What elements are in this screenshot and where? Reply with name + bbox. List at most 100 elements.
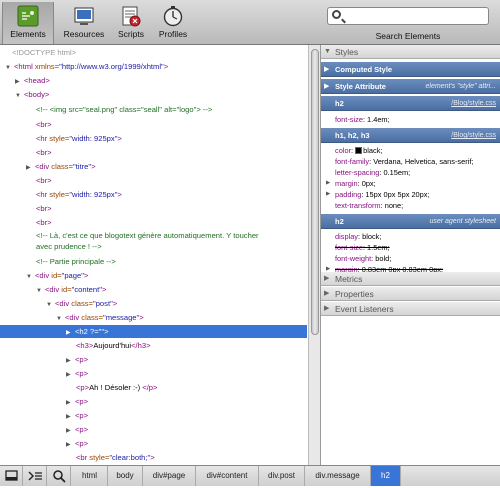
style-property[interactable]: color: black; (335, 145, 382, 156)
collapsed-triangle-icon[interactable]: ▶ (326, 189, 330, 200)
toolbar: Elements Resources Scripts Profiles Sear… (0, 0, 500, 45)
status-bar: html body div#page div#content div.post … (0, 465, 500, 486)
tree-row-div-post[interactable]: ▼ <div class="post"> (46, 297, 117, 310)
tree-row-p[interactable]: ▶ <p> (66, 437, 88, 450)
resources-icon (73, 5, 95, 27)
stylesheet-link[interactable]: /Blog/style.css (451, 96, 496, 111)
tree-row-p[interactable]: ▶ <p> (66, 409, 88, 422)
inspect-button[interactable] (48, 466, 71, 486)
tree-row-comment[interactable]: <!-- <img src="seal.png" class="seall" a… (36, 103, 212, 116)
tree-row-br[interactable]: <br> (36, 216, 52, 229)
breadcrumb-html[interactable]: html (72, 466, 108, 486)
collapsed-triangle-icon: ▶ (324, 83, 330, 90)
search-input[interactable] (346, 9, 484, 23)
resources-tab[interactable]: Resources (58, 2, 110, 44)
console-button[interactable] (24, 466, 47, 486)
breadcrumb-div-post[interactable]: div.post (259, 466, 305, 486)
style-property-overridden[interactable]: font-size: 1.5em; (335, 242, 390, 253)
tree-row-comment[interactable]: <!-- Partie principale --> (36, 255, 116, 268)
collapsed-triangle-icon: ▶ (324, 290, 330, 297)
tree-row-br-clear[interactable]: <br style="clear:both;"> (76, 451, 155, 464)
dom-tree-scrollbar[interactable] (308, 45, 321, 465)
breadcrumb-div-page[interactable]: div#page (143, 466, 196, 486)
tree-row-br[interactable]: <br> (36, 118, 52, 131)
color-swatch[interactable] (355, 147, 363, 154)
dock-toggle-button[interactable] (0, 466, 23, 486)
resources-tab-label: Resources (63, 29, 105, 39)
search-box[interactable] (327, 7, 489, 25)
tree-row-div-content[interactable]: ▼ <div id="content"> (36, 283, 106, 296)
breadcrumb-div-content[interactable]: div#content (196, 466, 259, 486)
profiles-tab[interactable]: Profiles (147, 2, 199, 44)
breadcrumb-body[interactable]: body (108, 466, 143, 486)
stylesheet-link[interactable]: /Blog/style.css (451, 128, 496, 143)
collapsed-triangle-icon: ▶ (324, 275, 330, 282)
elements-tab[interactable]: Elements (2, 2, 54, 44)
styles-section-header[interactable]: ▼ Styles (321, 45, 500, 59)
style-property[interactable]: letter-spacing: 0.15em; (335, 167, 410, 178)
tree-row-head[interactable]: ▶ <head> (15, 74, 50, 87)
collapsed-triangle-icon[interactable]: ▶ (26, 162, 35, 175)
dock-icon (5, 470, 18, 481)
tree-row-p[interactable]: ▶ <p> (66, 423, 88, 436)
style-property[interactable]: ▶ padding: 15px 0px 5px 20px; (326, 189, 430, 200)
expanded-triangle-icon[interactable]: ▼ (15, 90, 24, 103)
tree-row-comment-cont: avec prudence ! --> (36, 242, 102, 251)
tree-row-p[interactable]: ▶ <p> (66, 395, 88, 408)
collapsed-triangle-icon[interactable]: ▶ (66, 327, 75, 340)
scripts-icon (120, 5, 142, 27)
collapsed-triangle-icon[interactable]: ▶ (326, 178, 330, 189)
styles-sidebar: ▼ Styles ▶ Computed Style ▶ Style Attribute… (321, 45, 500, 465)
expanded-triangle-icon[interactable]: ▼ (5, 62, 14, 75)
tree-row-h2-selected[interactable]: ▶ <h2 ?=""> (0, 325, 307, 338)
expanded-triangle-icon[interactable]: ▼ (26, 271, 35, 284)
tree-row-br[interactable]: <br> (36, 146, 52, 159)
rule-h2-header[interactable]: h2/Blog/style.css (321, 96, 500, 111)
breadcrumb-h2[interactable]: h2 (371, 466, 401, 486)
tree-row-body[interactable]: ▼ <body> (15, 88, 49, 101)
style-property[interactable]: display: block; (335, 231, 381, 242)
tree-row-h3[interactable]: <h3>Aujourd'hui</h3> (76, 339, 151, 352)
style-property[interactable]: font-weight: bold; (335, 253, 391, 264)
profiles-icon (162, 5, 184, 27)
tree-row-html[interactable]: ▼ <html xmlns="http://www.w3.org/1999/xht… (5, 60, 168, 73)
collapsed-triangle-icon: ▶ (324, 305, 330, 312)
tree-row-div-titre[interactable]: ▶ <div class="titre"> (26, 160, 96, 173)
rule-ua-h2-header[interactable]: h2 user agent stylesheet (321, 214, 500, 229)
elements-icon (17, 5, 39, 27)
scrollbar-thumb[interactable] (311, 49, 319, 335)
tree-row-hr[interactable]: <hr style="width: 925px"> (36, 132, 122, 145)
expanded-triangle-icon[interactable]: ▼ (36, 285, 45, 298)
dom-tree-panel: <!DOCTYPE html> ▼ <html xmlns="http://www… (0, 45, 308, 465)
style-property[interactable]: text-transform: none; (335, 200, 403, 211)
tree-row-div-page[interactable]: ▼ <div id="page"> (26, 269, 88, 282)
expanded-triangle-icon: ▼ (324, 48, 331, 55)
tree-row-p[interactable]: ▶ <p> (66, 367, 88, 380)
console-icon (28, 471, 42, 481)
elements-tab-label: Elements (10, 29, 46, 39)
collapsed-triangle-icon[interactable]: ▶ (66, 439, 75, 452)
computed-style-header[interactable]: ▶ Computed Style (321, 62, 500, 77)
tree-row-br[interactable]: <br> (36, 202, 52, 215)
event-listeners-section-header[interactable]: ▶ Event Listeners (321, 302, 500, 316)
tree-row-p[interactable]: ▶ <p> (66, 353, 88, 366)
tree-row-p-text[interactable]: <p>Ah ! Désoler :-) </p> (76, 381, 157, 394)
tree-row-doctype[interactable]: <!DOCTYPE html> (12, 46, 76, 59)
collapsed-triangle-icon: ▶ (324, 66, 330, 73)
rule-h1-h2-h3-header[interactable]: h1, h2, h3/Blog/style.css (321, 128, 500, 143)
expanded-triangle-icon[interactable]: ▼ (46, 299, 55, 312)
style-property[interactable]: font-size: 1.4em; (335, 114, 390, 125)
tree-row-div-message[interactable]: ▼ <div class="message"> (56, 311, 144, 324)
style-property[interactable]: font-family: Verdana, Helvetica, sans-se… (335, 156, 473, 167)
tree-row-br[interactable]: <br> (36, 174, 52, 187)
tree-row-hr[interactable]: <hr style="width: 925px"> (36, 188, 122, 201)
profiles-tab-label: Profiles (158, 29, 188, 39)
properties-section-header[interactable]: ▶ Properties (321, 287, 500, 301)
metrics-section-header[interactable]: ▶ Metrics (321, 272, 500, 286)
style-property[interactable]: ▶ margin: 0px; (326, 178, 376, 189)
search-icon (332, 10, 341, 19)
breadcrumb-div-message[interactable]: div.message (305, 466, 371, 486)
style-attribute-header[interactable]: ▶ Style Attribute element's "style" attri.… (321, 79, 500, 94)
magnifier-icon (53, 470, 66, 483)
collapsed-triangle-icon[interactable]: ▶ (66, 369, 75, 382)
